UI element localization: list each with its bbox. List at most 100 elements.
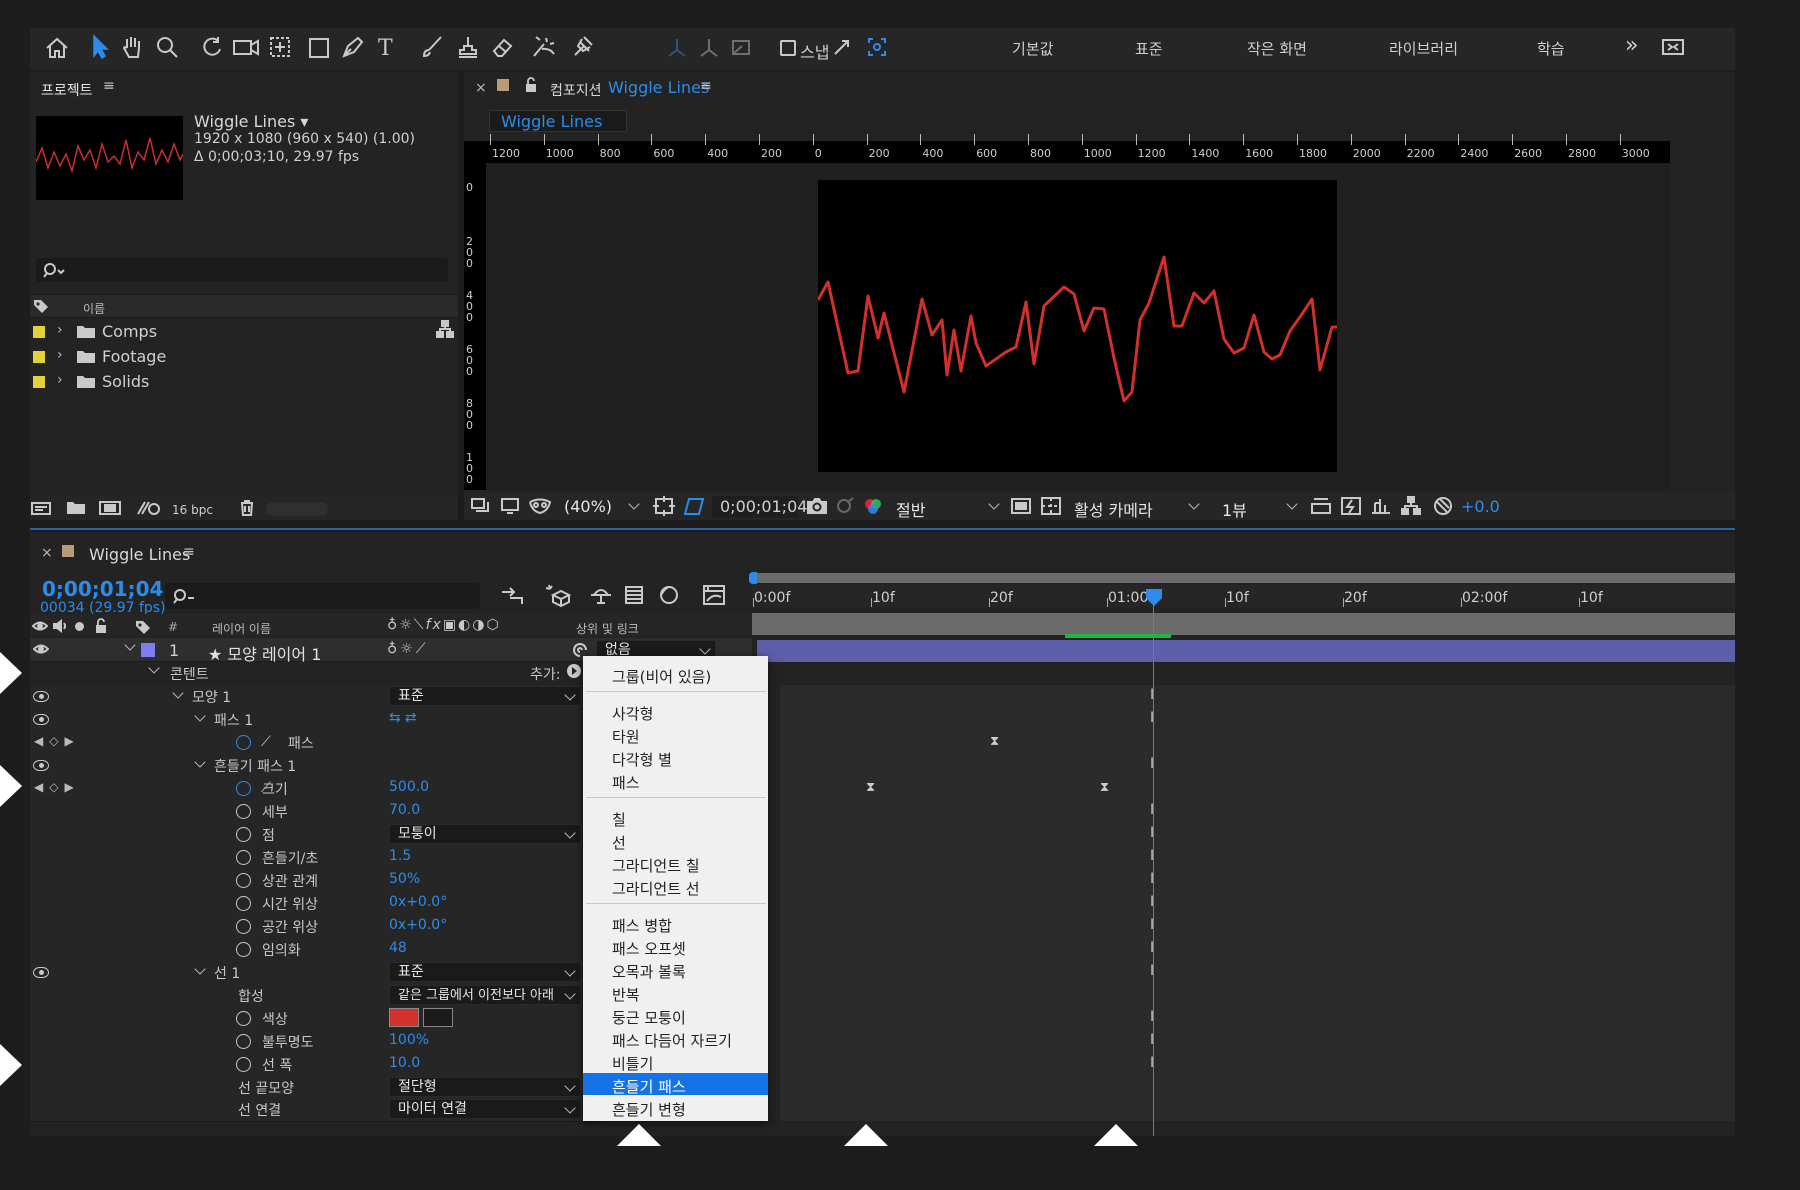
home-icon[interactable] xyxy=(44,36,70,60)
property-value[interactable]: 48 xyxy=(389,940,407,956)
stopwatch-icon[interactable] xyxy=(236,1057,251,1072)
property-label[interactable]: 세부 xyxy=(262,802,288,822)
work-area-start-handle[interactable] xyxy=(749,572,757,584)
menu-item[interactable]: 패스 오프셋 xyxy=(612,938,686,959)
stopwatch-icon[interactable] xyxy=(236,919,251,934)
property-row[interactable] xyxy=(30,1007,604,1031)
workspace-libraries[interactable]: 라이브러리 xyxy=(1389,38,1458,59)
graph-icon[interactable]: ⟋ xyxy=(261,734,271,750)
comp-name[interactable]: Wiggle Lines ▾ xyxy=(194,112,308,131)
menu-item[interactable]: 패스 병합 xyxy=(612,915,672,936)
video-switch-icon[interactable] xyxy=(32,620,48,632)
layer-switches[interactable]: ♁☼⟋ xyxy=(387,641,429,657)
property-label[interactable]: 크기 xyxy=(262,779,288,799)
selection-tool-icon[interactable] xyxy=(88,34,112,60)
property-label[interactable]: 선 끝모양 xyxy=(238,1078,294,1098)
property-label[interactable]: 상관 관계 xyxy=(262,871,318,891)
property-label[interactable]: 불투명도 xyxy=(262,1032,314,1052)
menu-item[interactable]: 선 xyxy=(612,832,626,853)
property-value[interactable]: 50% xyxy=(389,871,420,887)
time-navigator[interactable] xyxy=(752,613,1735,635)
property-label[interactable]: 선 폭 xyxy=(262,1055,292,1075)
property-value[interactable]: 10.0 xyxy=(389,1055,420,1071)
region-of-interest-icon[interactable] xyxy=(1010,496,1032,516)
comp-flowchart-icon[interactable] xyxy=(1400,496,1422,516)
property-row[interactable] xyxy=(30,1053,604,1077)
menu-item[interactable]: 흔들기 변형 xyxy=(612,1099,686,1120)
workspace-standard[interactable]: 표준 xyxy=(1135,38,1163,59)
hand-tool-icon[interactable] xyxy=(120,34,144,60)
zoom-tool-icon[interactable] xyxy=(155,34,179,60)
lock-icon[interactable] xyxy=(525,77,537,93)
label-swatch-yellow[interactable] xyxy=(33,376,45,388)
stroke-color-swatch[interactable] xyxy=(389,1008,419,1027)
property-label[interactable]: 합성 xyxy=(238,986,264,1006)
property-dropdown[interactable]: 마이터 연결 xyxy=(389,1099,581,1119)
property-value[interactable]: 500.0 xyxy=(389,779,429,795)
menu-item[interactable]: 칠 xyxy=(612,809,626,830)
property-dropdown[interactable]: 절단형 xyxy=(389,1077,581,1097)
stopwatch-icon[interactable] xyxy=(236,827,251,842)
stopwatch-icon[interactable] xyxy=(236,942,251,957)
snapshot-camera-icon[interactable] xyxy=(806,496,828,516)
project-search-input[interactable] xyxy=(36,258,448,282)
axis-local-icon[interactable] xyxy=(665,36,689,58)
property-value[interactable]: 0x+0.0° xyxy=(389,917,447,933)
interpret-footage-icon[interactable] xyxy=(30,500,52,516)
snap-target-icon[interactable] xyxy=(866,36,888,58)
property-label[interactable]: 흔들기 패스 1 xyxy=(214,756,296,776)
brush-tool-icon[interactable] xyxy=(420,34,444,60)
workspace-overflow-button[interactable]: » xyxy=(1625,33,1638,58)
property-value[interactable]: 70.0 xyxy=(389,802,420,818)
property-label[interactable]: 임의화 xyxy=(262,940,301,960)
project-col-name[interactable]: 이름 xyxy=(83,300,105,317)
property-row[interactable] xyxy=(30,754,604,778)
menu-item[interactable]: 오목과 볼록 xyxy=(612,961,686,982)
snap-checkbox[interactable] xyxy=(780,40,796,56)
layer-label-color[interactable] xyxy=(141,643,155,657)
keyframe-icon[interactable]: ⧗ xyxy=(1100,780,1109,795)
axis-view-icon[interactable] xyxy=(730,36,752,58)
pen-tool-icon[interactable] xyxy=(340,34,366,60)
property-label[interactable]: 패스 1 xyxy=(214,710,253,730)
keyframe-icon[interactable]: ⧗ xyxy=(990,734,999,749)
menu-item[interactable]: 반복 xyxy=(612,984,640,1005)
toggle-pixel-aspect-icon[interactable] xyxy=(1310,496,1332,516)
contents-group-label[interactable]: 콘텐트 xyxy=(170,664,209,684)
keyframe-icon[interactable]: ⧗ xyxy=(866,780,875,795)
new-composition-icon[interactable] xyxy=(98,499,122,517)
eraser-tool-icon[interactable] xyxy=(490,34,516,60)
comp-panel-menu-icon[interactable]: ≡ xyxy=(700,78,712,94)
switches-header-icons[interactable]: ♁☼⟍fx▣◐◑⬡ xyxy=(387,617,501,633)
reset-exposure-icon[interactable] xyxy=(1432,496,1454,516)
menu-item[interactable]: 다각형 별 xyxy=(612,749,672,770)
motion-blur-icon[interactable] xyxy=(656,584,680,606)
color-channel-icon[interactable] xyxy=(862,496,884,516)
transparency-grid-icon[interactable] xyxy=(1040,496,1062,516)
property-value[interactable]: 0x+0.0° xyxy=(389,894,447,910)
add-menu-button[interactable] xyxy=(566,663,582,679)
timeline-current-time[interactable]: 0;00;01;04 xyxy=(42,577,163,601)
property-dropdown[interactable]: 표준 xyxy=(389,962,581,982)
bit-depth-button[interactable]: 16 bpc xyxy=(172,503,213,517)
property-row[interactable] xyxy=(30,938,604,962)
pan-behind-tool-icon[interactable] xyxy=(267,34,293,60)
timeline-link-icon[interactable] xyxy=(1370,496,1392,516)
timeline-title[interactable]: Wiggle Lines xyxy=(89,545,190,564)
property-label[interactable]: 선 연결 xyxy=(238,1100,281,1120)
expand-chevron-icon[interactable]: › xyxy=(57,372,63,388)
rectangle-tool-icon[interactable] xyxy=(307,36,331,60)
puppet-pin-tool-icon[interactable] xyxy=(570,34,596,60)
timeline-search-input[interactable] xyxy=(165,583,480,609)
snap-options-icon[interactable] xyxy=(832,36,852,58)
property-label[interactable]: 선 1 xyxy=(214,963,240,983)
property-value[interactable]: 100% xyxy=(389,1032,429,1048)
property-label[interactable]: 모양 1 xyxy=(192,687,231,707)
timeline-menu-icon[interactable]: ≡ xyxy=(183,544,195,560)
type-tool-icon[interactable]: T xyxy=(375,34,401,60)
project-settings-icon[interactable] xyxy=(136,499,162,517)
stopwatch-icon[interactable] xyxy=(236,804,251,819)
clone-stamp-tool-icon[interactable] xyxy=(455,34,481,60)
col-layer-name[interactable]: 레이어 이름 xyxy=(212,620,271,637)
resolution-dropdown[interactable]: 절반 xyxy=(896,497,925,521)
